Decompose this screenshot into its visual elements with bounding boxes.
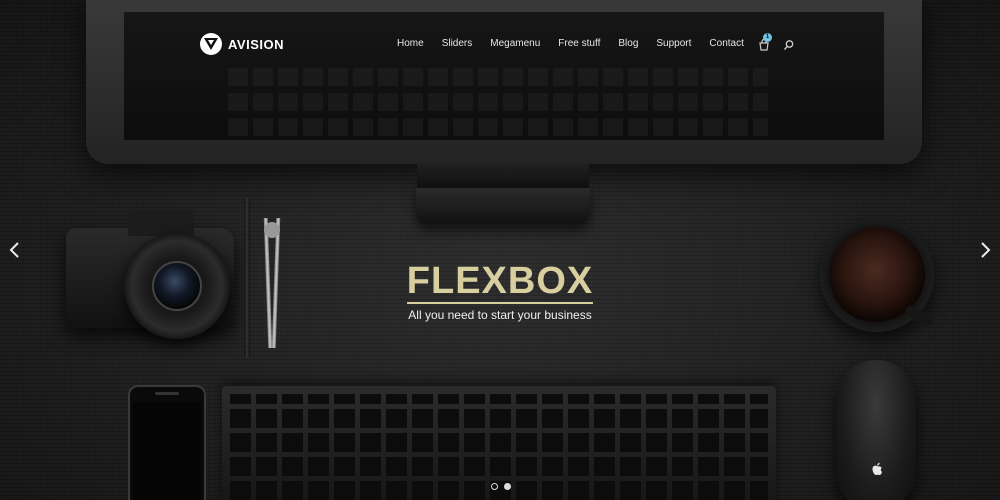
slider-dot-2[interactable] (504, 483, 511, 490)
chevron-left-icon (9, 242, 19, 258)
pencil-image (244, 198, 250, 358)
nav-item-blog[interactable]: Blog (618, 38, 638, 49)
monitor-screen (124, 12, 884, 140)
mouse-image (836, 360, 916, 500)
slider-pagination (491, 483, 511, 490)
main-nav: Home Sliders Megamenu Free stuff Blog Su… (397, 38, 762, 49)
apple-logo-icon (871, 462, 883, 476)
slider-prev-button[interactable] (7, 240, 23, 260)
nav-item-sliders[interactable]: Sliders (442, 38, 473, 49)
brand-logo[interactable]: AVISION (200, 33, 284, 55)
monitor-image (86, 0, 922, 164)
phone-screen (133, 402, 201, 500)
cart-count-badge: 1 (763, 33, 772, 42)
search-icon[interactable] (783, 38, 795, 50)
hero-slider: AVISION Home Sliders Megamenu Free stuff… (0, 0, 1000, 500)
nav-item-megamenu[interactable]: Megamenu (490, 38, 540, 49)
hero-subtitle: All you need to start your business (408, 308, 592, 322)
slider-dot-1[interactable] (491, 483, 498, 490)
phone-speaker (155, 392, 179, 395)
chevron-right-icon (981, 242, 991, 258)
logo-icon (200, 33, 222, 55)
nav-item-free-stuff[interactable]: Free stuff (558, 38, 600, 49)
nav-item-home[interactable]: Home (397, 38, 424, 49)
screen-reflection (228, 62, 768, 136)
nav-item-contact[interactable]: Contact (709, 38, 743, 49)
slider-next-button[interactable] (977, 240, 993, 260)
hero-caption: FLEXBOX All you need to start your busin… (400, 262, 600, 322)
nav-item-support[interactable]: Support (656, 38, 691, 49)
monitor-stand-base (416, 188, 590, 224)
compass-head (264, 222, 280, 238)
brand-name: AVISION (228, 36, 284, 52)
camera-top (128, 210, 194, 236)
hero-title: FLEXBOX (406, 260, 594, 304)
camera-lens-glass (152, 261, 202, 311)
